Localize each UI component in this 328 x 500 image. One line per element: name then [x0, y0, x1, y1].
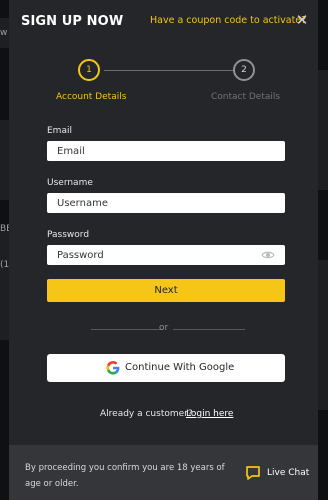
- next-button[interactable]: Next: [47, 279, 285, 302]
- username-field[interactable]: [47, 193, 285, 213]
- step-1-label: Account Details: [56, 92, 127, 102]
- step-progress-line: [104, 70, 237, 71]
- close-icon[interactable]: ✕: [295, 13, 309, 28]
- signup-modal: SIGN UP NOW Have a coupon code to activa…: [9, 0, 318, 500]
- background-panel-right: [318, 70, 328, 190]
- or-separator: or: [159, 323, 169, 333]
- background-text-1: w: [0, 28, 8, 38]
- live-chat-button[interactable]: Live Chat: [245, 465, 315, 483]
- google-icon: [106, 361, 120, 375]
- continue-with-google-button[interactable]: Continue With Google: [47, 354, 285, 382]
- login-link[interactable]: Login here: [186, 409, 233, 419]
- live-chat-label: Live Chat: [267, 468, 310, 478]
- password-label: Password: [47, 230, 90, 240]
- background-panel-right-lower: [318, 260, 328, 410]
- google-button-label: Continue With Google: [125, 362, 235, 373]
- footer-bar: By proceeding you confirm you are 18 yea…: [9, 445, 318, 500]
- username-label: Username: [47, 178, 93, 188]
- step-2-circle: 2: [233, 59, 255, 81]
- password-field[interactable]: [47, 245, 285, 265]
- chat-icon: [246, 466, 260, 480]
- coupon-link[interactable]: Have a coupon code to activate?: [150, 15, 306, 26]
- background-text-3: (1: [0, 260, 10, 270]
- step-1-circle: 1: [78, 59, 100, 81]
- age-notice: By proceeding you confirm you are 18 yea…: [25, 463, 225, 489]
- modal-title: SIGN UP NOW: [21, 14, 124, 29]
- divider-right: [173, 329, 245, 330]
- email-label: Email: [47, 126, 72, 136]
- eye-icon[interactable]: [261, 250, 275, 260]
- divider-left: [91, 329, 163, 330]
- email-field[interactable]: [47, 141, 285, 161]
- already-customer-text: Already a customer?: [100, 409, 193, 419]
- step-2-label: Contact Details: [211, 92, 281, 102]
